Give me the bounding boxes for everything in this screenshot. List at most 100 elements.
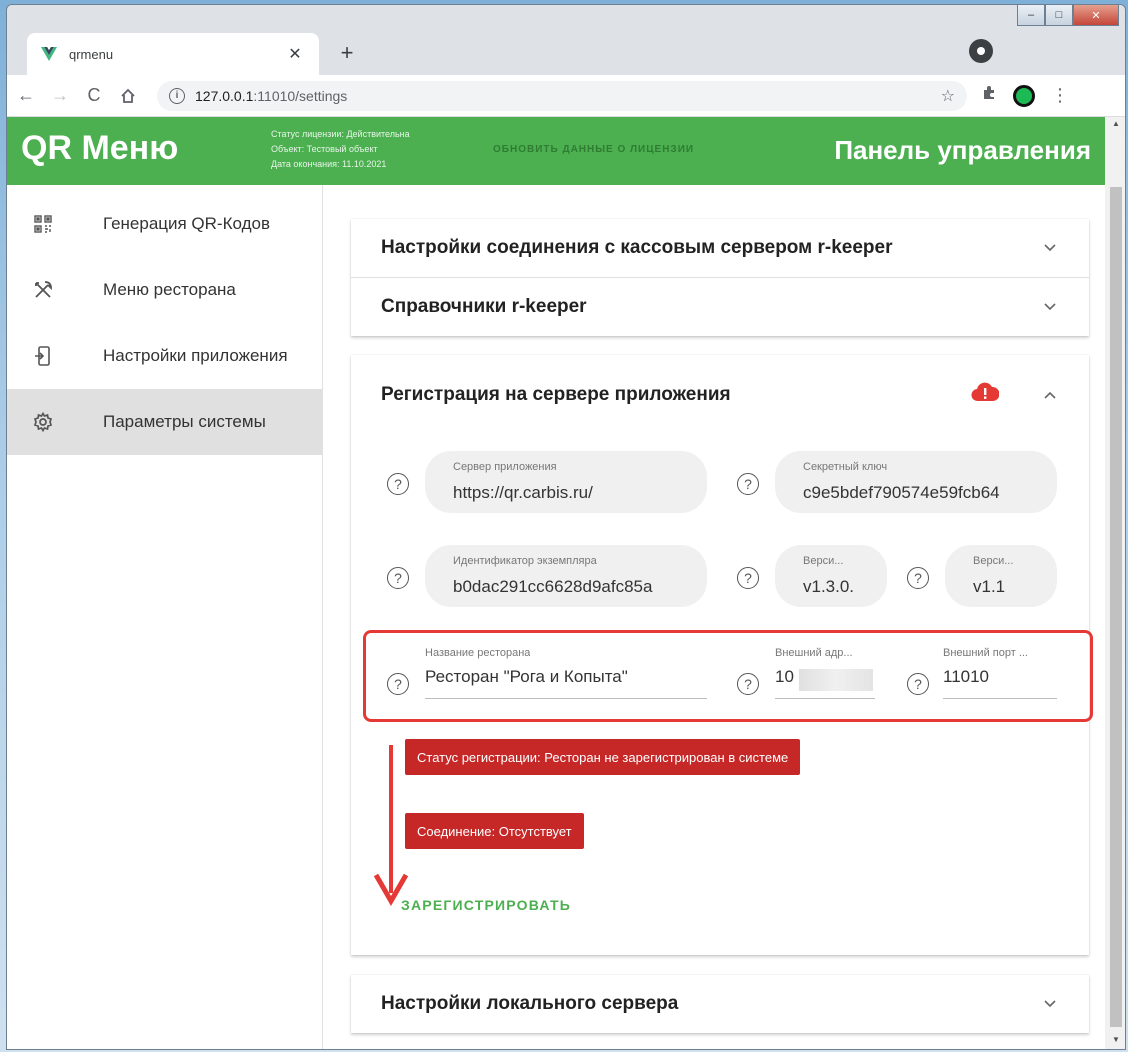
reload-icon[interactable]: C — [79, 81, 109, 111]
connection-status-badge: Соединение: Отсутствует — [405, 813, 584, 849]
sidebar-item-label: Параметры системы — [103, 412, 266, 431]
chevron-down-icon[interactable] — [1041, 298, 1059, 316]
sidebar-item-app-settings[interactable]: Настройки приложения — [7, 323, 322, 389]
sidebar-item-system-params[interactable]: Параметры системы — [7, 389, 322, 455]
tab-close-icon[interactable]: ✕ — [285, 44, 305, 64]
tab-title: qrmenu — [69, 46, 114, 62]
registration-status-badge: Статус регистрации: Ресторан не зарегист… — [405, 739, 801, 775]
help-icon[interactable]: ? — [387, 473, 409, 495]
restaurant-name-field[interactable]: Название ресторана Ресторан "Рога и Копы… — [425, 647, 707, 699]
qr-code-icon — [31, 212, 55, 236]
license-expiry: Дата окончания: 11.10.2021 — [271, 159, 387, 169]
profile-icon[interactable] — [969, 39, 993, 63]
address-bar[interactable]: i 127.0.0.1:11010/settings ☆ — [157, 80, 967, 111]
help-icon[interactable]: ? — [907, 567, 929, 589]
sidebar-item-label: Настройки приложения — [103, 346, 288, 365]
minimize-icon[interactable]: – — [1017, 5, 1045, 26]
panel-rkeeper-dicts[interactable]: Справочники r-keeper — [351, 278, 1089, 336]
page-scrollbar[interactable]: ▲ ▼ — [1105, 117, 1125, 1049]
scroll-thumb[interactable] — [1110, 187, 1122, 1027]
new-tab-icon[interactable]: + — [333, 39, 361, 67]
home-icon[interactable] — [113, 81, 143, 111]
license-object: Объект: Тестовый объект — [271, 144, 378, 154]
field-label: Внешний порт ... — [943, 647, 1028, 659]
refresh-license-button[interactable]: обновить данные о лицензии — [493, 144, 694, 155]
arrow-down-icon — [373, 745, 409, 907]
maximize-icon[interactable]: □ — [1045, 5, 1073, 26]
sidebar-item-restaurant-menu[interactable]: Меню ресторана — [7, 257, 322, 323]
back-icon[interactable]: ← — [11, 81, 41, 111]
instance-id-field[interactable]: Идентификатор экземпляра b0dac291cc6628d… — [425, 545, 707, 607]
help-icon[interactable]: ? — [907, 673, 929, 695]
panel-title-text: Справочники r-keeper — [381, 296, 587, 317]
scroll-down-icon[interactable]: ▼ — [1105, 1035, 1125, 1049]
browser-menu-icon[interactable]: ⋮ — [1051, 85, 1069, 106]
panel-group-rkeeper: Настройки соединения с кассовым сервером… — [351, 219, 1089, 336]
url-host: 127.0.0.1 — [195, 87, 254, 104]
panel-registration: Регистрация на сервере приложения ? Серв… — [351, 355, 1093, 955]
panel-title-text: Настройки соединения с кассовым сервером… — [381, 237, 893, 258]
panel-title-text: Регистрация на сервере приложения — [381, 384, 731, 405]
url-path: :11010/settings — [253, 87, 348, 104]
version-field-1[interactable]: Верси... v1.3.0. — [775, 545, 887, 607]
bookmark-star-icon[interactable]: ☆ — [941, 86, 955, 106]
page-viewport: QR Меню Статус лицензии: Действительна О… — [7, 117, 1105, 1049]
register-button[interactable]: ЗАРЕГИСТРИРОВАТЬ — [401, 897, 571, 913]
redacted-mask — [799, 669, 873, 691]
browser-tab[interactable]: qrmenu ✕ — [27, 33, 319, 75]
external-address-field[interactable]: Внешний адр... 10 — [775, 647, 875, 699]
app-server-field[interactable]: Сервер приложения https://qr.carbis.ru/ — [425, 451, 707, 513]
help-icon[interactable]: ? — [737, 567, 759, 589]
field-label: Верси... — [973, 555, 1014, 567]
scroll-up-icon[interactable]: ▲ — [1105, 119, 1125, 133]
sidebar-item-label: Генерация QR-Кодов — [103, 214, 270, 233]
license-info: Статус лицензии: Действительна Объект: Т… — [271, 127, 410, 172]
help-icon[interactable]: ? — [737, 673, 759, 695]
browser-window: qrmenu ✕ + – □ ✕ ← → C i 127.0.0.1:11010… — [6, 4, 1126, 1050]
sidebar: Генерация QR-Кодов Меню ресторана Настро… — [7, 185, 323, 1049]
panel-title-text: Настройки локального сервера — [381, 993, 679, 1014]
field-label: Верси... — [803, 555, 844, 567]
version-field-2[interactable]: Верси... v1.1 — [945, 545, 1057, 607]
field-value: v1.3.0. — [803, 577, 855, 596]
field-label: Сервер приложения — [453, 461, 557, 473]
window-close-icon[interactable]: ✕ — [1073, 5, 1119, 26]
help-icon[interactable]: ? — [387, 673, 409, 695]
external-port-field[interactable]: Внешний порт ... 11010 — [943, 647, 1057, 699]
chevron-up-icon[interactable] — [1041, 386, 1059, 404]
help-icon[interactable]: ? — [387, 567, 409, 589]
license-status: Статус лицензии: Действительна — [271, 129, 410, 139]
extensions-puzzle-icon[interactable] — [981, 85, 997, 106]
panel-local-server: Настройки локального сервера — [351, 975, 1089, 1033]
app-header: QR Меню Статус лицензии: Действительна О… — [7, 117, 1105, 185]
chevron-down-icon[interactable] — [1041, 239, 1059, 257]
sidebar-item-qr-generation[interactable]: Генерация QR-Кодов — [7, 191, 322, 257]
window-controls: – □ ✕ — [1017, 5, 1119, 26]
chevron-down-icon[interactable] — [1041, 995, 1059, 1013]
field-value: c9e5bdef790574e59fcb64 — [803, 483, 1000, 502]
info-icon[interactable]: i — [169, 87, 185, 104]
field-label: Внешний адр... — [775, 647, 853, 659]
panel-registration-header[interactable]: Регистрация на сервере приложения — [351, 355, 1089, 435]
secret-key-field[interactable]: Секретный ключ c9e5bdef790574e59fcb64 — [775, 451, 1057, 513]
browser-toolbar: ← → C i 127.0.0.1:11010/settings ☆ ⋮ — [7, 75, 1125, 117]
main-content: Настройки соединения с кассовым сервером… — [323, 185, 1105, 1049]
cloud-error-icon — [971, 382, 1000, 408]
field-value: v1.1 — [973, 577, 1006, 596]
app-settings-icon — [31, 344, 55, 368]
panel-local-server-header[interactable]: Настройки локального сервера — [351, 975, 1089, 1033]
app-logo[interactable]: QR Меню — [21, 129, 178, 168]
extension-icon[interactable] — [1013, 84, 1035, 107]
field-label: Идентификатор экземпляра — [453, 555, 597, 567]
field-value: https://qr.carbis.ru/ — [453, 483, 593, 502]
field-value: 10 — [775, 667, 794, 686]
help-icon[interactable]: ? — [737, 473, 759, 495]
tab-strip: qrmenu ✕ + – □ ✕ — [7, 5, 1125, 75]
panel-title: Панель управления — [834, 135, 1091, 165]
field-label: Название ресторана — [425, 647, 531, 659]
panel-rkeeper-connection[interactable]: Настройки соединения с кассовым сервером… — [351, 219, 1089, 277]
field-value: b0dac291cc6628d9afc85a — [453, 577, 653, 596]
forward-icon[interactable]: → — [45, 81, 75, 111]
sidebar-item-label: Меню ресторана — [103, 280, 236, 299]
cutlery-icon — [31, 278, 55, 302]
